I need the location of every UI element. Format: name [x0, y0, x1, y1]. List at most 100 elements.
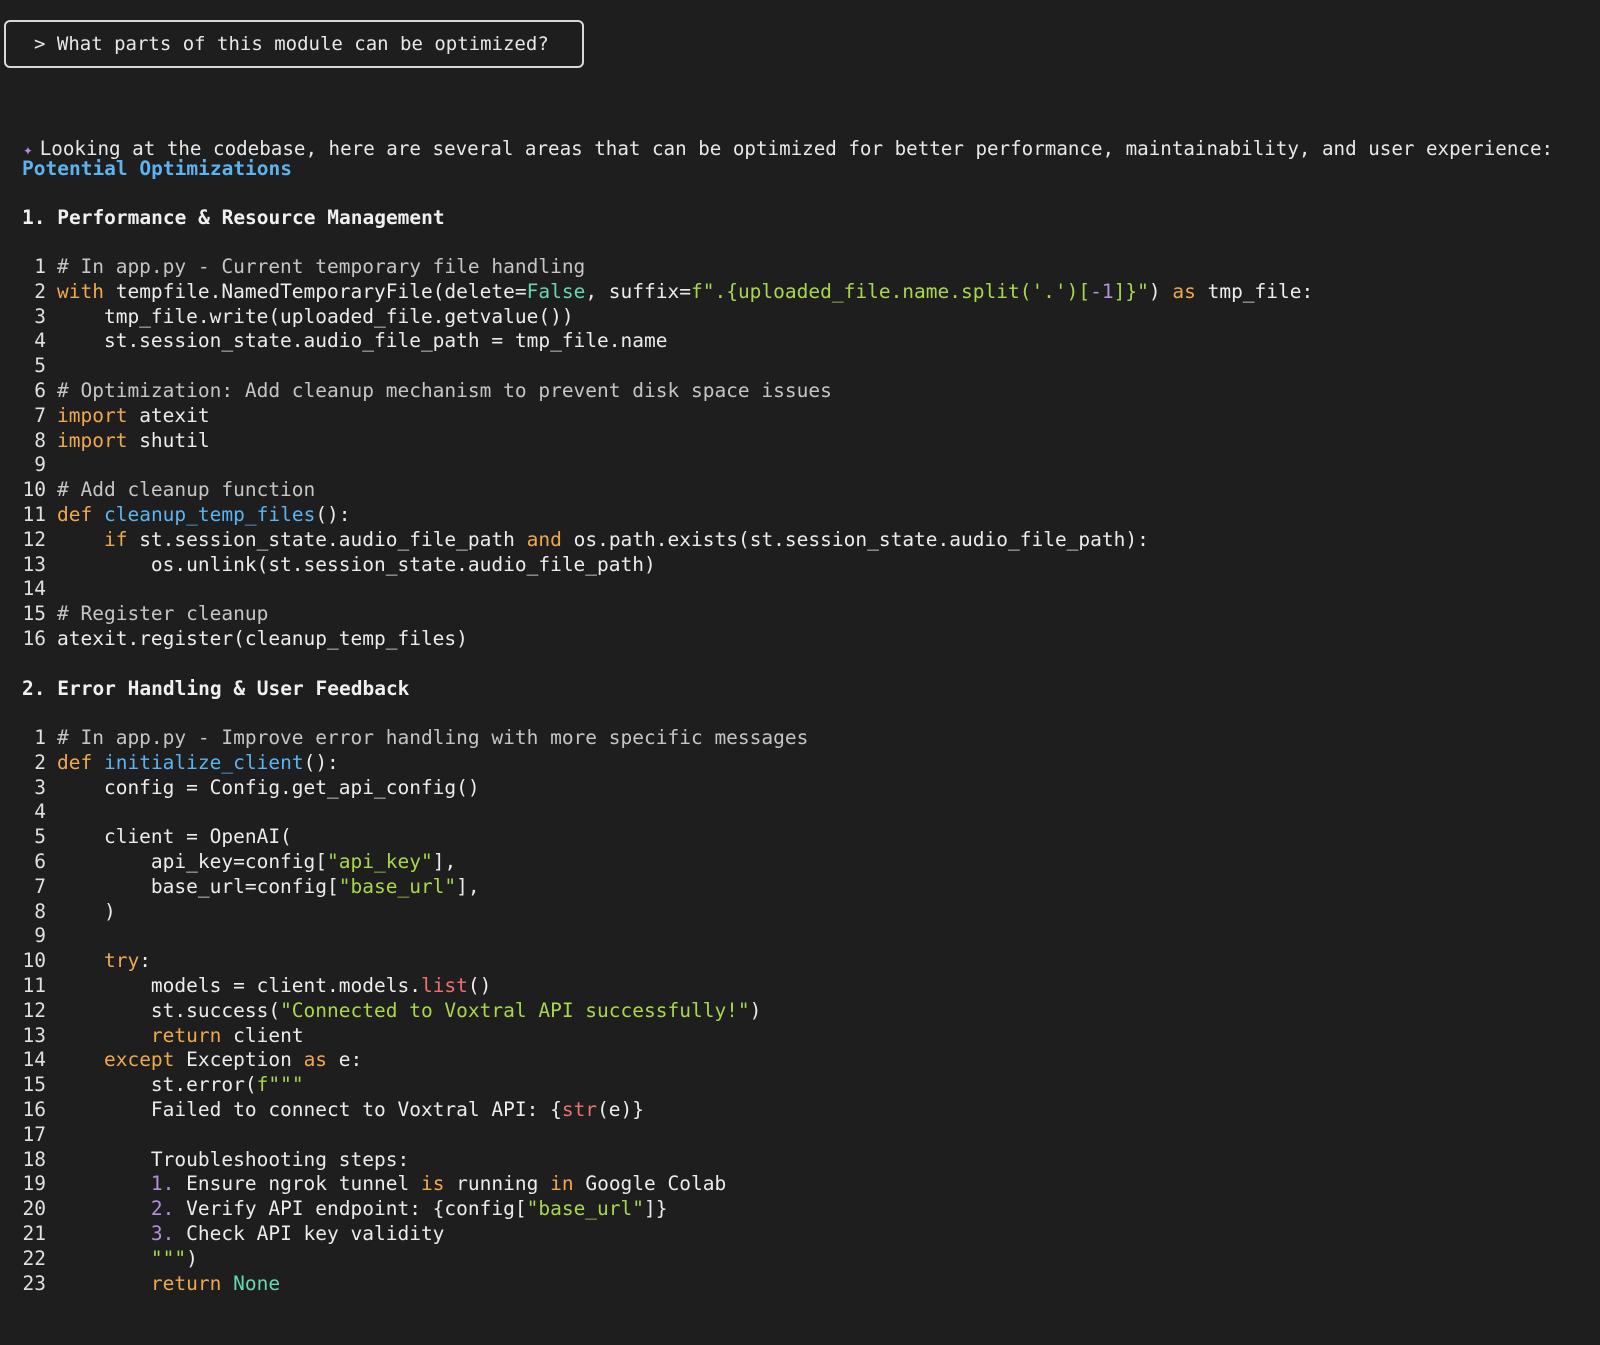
prompt-text: > What parts of this module can be optim…: [34, 33, 549, 55]
code-text: def initialize_client():: [57, 751, 339, 776]
code-token: ():: [303, 750, 339, 774]
line-number: 23: [22, 1271, 46, 1295]
code-token: shutil: [127, 428, 210, 452]
code-text: st.success("Connected to Voxtral API suc…: [57, 998, 762, 1024]
code-text: 3. Check API key validity: [57, 1221, 445, 1247]
code-token: False: [526, 279, 586, 303]
code-line: 3 config = Config.get_api_config(): [0, 776, 808, 801]
code-token: ): [186, 1246, 198, 1270]
code-token: cleanup_temp_files: [103, 502, 316, 526]
code-block-error-handling: 1 # In app.py - Improve error handling wi…: [0, 726, 809, 1297]
line-number: 7: [34, 874, 46, 898]
code-text: def cleanup_temp_files():: [57, 503, 351, 528]
code-token: is: [420, 1172, 445, 1196]
code-token: except: [103, 1048, 175, 1072]
code-line: 15 # Register cleanup: [0, 602, 1313, 627]
line-number: 17: [22, 1122, 46, 1146]
code-token: :: [139, 949, 151, 973]
code-text: # Optimization: Add cleanup mechanism to…: [57, 379, 832, 404]
code-line: 17: [0, 1123, 808, 1148]
code-token: client: [221, 1023, 304, 1047]
line-number: 1: [34, 726, 46, 749]
line-number: 15: [22, 602, 46, 626]
code-line: 4 st.session_state.audio_file_path = tmp…: [0, 329, 1313, 354]
code-token: Check API key validity: [174, 1221, 445, 1245]
line-number: 9: [34, 924, 46, 948]
line-number: 14: [22, 1048, 46, 1072]
code-token: config = Config.get_api_config(): [57, 775, 480, 799]
code-token: list: [420, 973, 468, 997]
line-number: 14: [22, 577, 46, 601]
code-token: "Connected to Voxtral API successfully!": [280, 998, 750, 1022]
code-line: 22 """): [0, 1247, 808, 1272]
code-text: st.session_state.audio_file_path = tmp_f…: [57, 329, 668, 354]
line-number: 8: [34, 899, 46, 923]
code-token: st.error(: [57, 1073, 257, 1097]
code-token: e:: [327, 1048, 363, 1072]
code-token: 2.: [150, 1197, 175, 1221]
code-token: models = client.models.: [57, 973, 421, 997]
code-line: 18 Troubleshooting steps:: [0, 1148, 808, 1173]
line-number: 6: [34, 849, 46, 873]
code-text: import shutil: [57, 429, 210, 454]
code-text: return None: [57, 1272, 280, 1297]
code-token: 3.: [150, 1221, 175, 1245]
code-line: 12 if st.session_state.audio_file_path a…: [0, 528, 1313, 553]
code-line: 8 ): [0, 900, 808, 925]
code-line: 11 def cleanup_temp_files():: [0, 503, 1313, 528]
line-number: 7: [34, 403, 46, 427]
code-line: 2 with tempfile.NamedTemporaryFile(delete…: [0, 280, 1313, 305]
code-line: 20 2. Verify API endpoint: {config["base…: [0, 1197, 808, 1222]
code-token: # Optimization: Add cleanup mechanism to…: [57, 378, 832, 402]
code-token: str: [561, 1097, 598, 1121]
section-heading-error-handling: 2. Error Handling & User Feedback: [22, 677, 410, 700]
code-token: try: [103, 949, 140, 973]
code-token: def: [57, 750, 93, 774]
code-text: ): [57, 900, 116, 925]
code-token: Failed to connect to Voxtral API: {: [57, 1097, 562, 1121]
line-number: 10: [22, 478, 46, 502]
code-line: 6 # Optimization: Add cleanup mechanism t…: [0, 379, 1313, 404]
code-line: 10 # Add cleanup function: [0, 478, 1313, 503]
line-number: 5: [34, 354, 46, 378]
code-text: Troubleshooting steps:: [57, 1148, 409, 1173]
code-token: st.success(: [57, 998, 281, 1022]
code-line: 1 # In app.py - Current temporary file ha…: [0, 255, 1313, 280]
code-token: Verify API endpoint: {config[: [174, 1197, 527, 1221]
code-token: 1.: [150, 1172, 175, 1196]
code-token: api_key=config[: [57, 849, 328, 873]
code-token: os.path.exists(st.session_state.audio_fi…: [561, 527, 1149, 551]
code-token: client = OpenAI(: [57, 825, 292, 849]
code-token: -1: [1090, 279, 1114, 303]
line-number: 11: [22, 502, 46, 526]
line-number: 12: [22, 998, 46, 1022]
code-text: atexit.register(cleanup_temp_files): [57, 627, 468, 652]
code-token: tmp_file.write(uploaded_file.getvalue()): [57, 304, 574, 328]
code-token: ():: [315, 502, 351, 526]
code-token: if: [103, 527, 128, 551]
code-token: Ensure ngrok tunnel: [174, 1172, 421, 1196]
code-line: 5 client = OpenAI(: [0, 825, 808, 850]
code-line: 5: [0, 354, 1313, 379]
line-number: 15: [22, 1073, 46, 1097]
code-text: base_url=config["base_url"],: [57, 875, 480, 900]
code-token: None: [233, 1271, 281, 1295]
code-text: models = client.models.list(): [57, 973, 492, 999]
code-line: 9: [0, 453, 1313, 478]
code-text: except Exception as e:: [57, 1048, 362, 1073]
line-number: 6: [34, 378, 46, 402]
code-text: try:: [57, 949, 151, 974]
code-token: return: [150, 1023, 222, 1047]
line-number: 3: [34, 775, 46, 799]
code-token: "base_url": [338, 874, 457, 898]
line-number: 10: [22, 949, 46, 973]
code-token: and: [526, 527, 562, 551]
code-token: # Register cleanup: [57, 602, 269, 626]
line-number: 4: [34, 800, 46, 824]
